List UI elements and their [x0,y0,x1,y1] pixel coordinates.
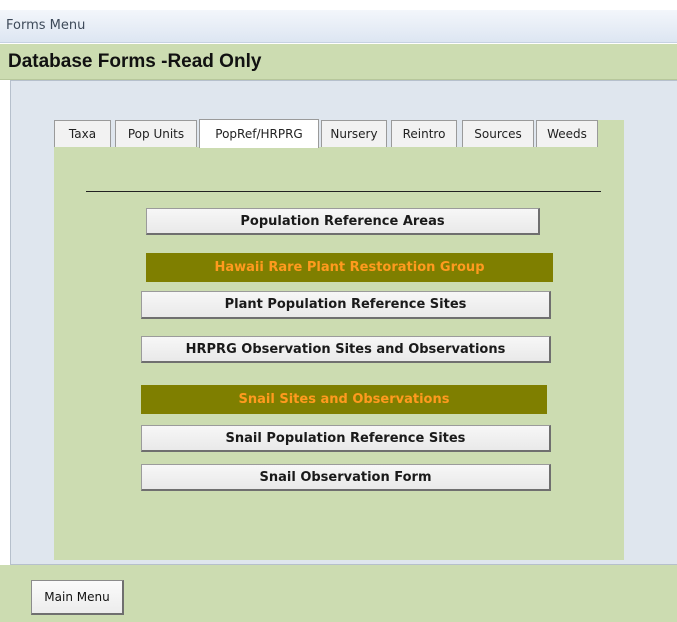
snail-section-banner: Snail Sites and Observations [141,385,547,414]
snail-population-reference-sites-button[interactable]: Snail Population Reference Sites [141,425,551,452]
main-menu-button[interactable]: Main Menu [31,580,124,615]
plant-population-reference-sites-button[interactable]: Plant Population Reference Sites [141,291,551,319]
tab-sources[interactable]: Sources [462,120,534,147]
window-title: Forms Menu [6,18,86,33]
tab-nursery[interactable]: Nursery [321,120,387,147]
tab-strip-filler [598,120,624,147]
form-header: Database Forms -Read Only [0,44,677,80]
tab-taxa[interactable]: Taxa [54,120,111,147]
tab-weeds[interactable]: Weeds [536,120,598,147]
hrprg-observation-sites-button[interactable]: HRPRG Observation Sites and Observations [141,336,551,363]
page-title: Database Forms -Read Only [8,51,262,72]
tab-reintro[interactable]: Reintro [391,120,457,147]
window-title-bar: Forms Menu [0,10,677,43]
tab-pop-units[interactable]: Pop Units [115,120,197,147]
hrprg-section-banner: Hawaii Rare Plant Restoration Group [146,253,553,282]
snail-observation-form-button[interactable]: Snail Observation Form [141,464,551,491]
population-reference-areas-button[interactable]: Population Reference Areas [146,208,540,235]
tab-popref-hrprg[interactable]: PopRef/HRPRG [199,119,319,148]
divider-line [86,191,601,192]
